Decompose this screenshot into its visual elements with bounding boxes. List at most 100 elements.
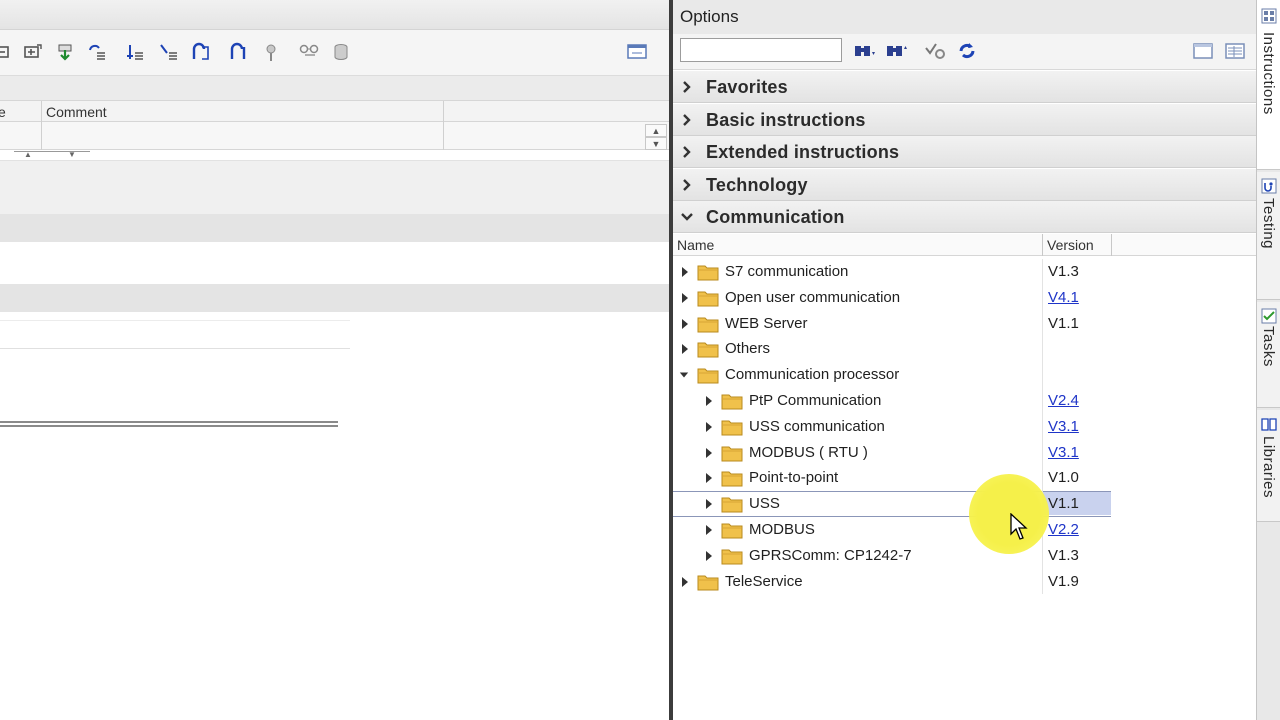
column-header-name[interactable]: Name — [677, 237, 714, 253]
expand-right-icon[interactable] — [704, 421, 714, 433]
tree-row[interactable]: S7 communication V1.3 — [673, 259, 1256, 285]
expand-right-icon[interactable] — [704, 447, 714, 459]
tree-row[interactable]: Communication processor — [673, 362, 1256, 388]
expand-right-icon[interactable] — [704, 498, 714, 510]
splitter-arrows[interactable]: ▲ ▼ — [14, 150, 90, 160]
block-title-area — [0, 160, 669, 214]
communication-tree: S7 communication V1.3 Open user communicat… — [673, 259, 1256, 595]
column-header-comment[interactable]: Comment — [46, 104, 107, 120]
tree-row[interactable]: Point-to-point V1.0 — [673, 465, 1256, 492]
interface-cell — [0, 122, 42, 150]
chevron-down-icon — [681, 213, 693, 221]
branch-icon[interactable] — [158, 41, 180, 63]
network-header[interactable] — [0, 214, 669, 242]
tab-libraries[interactable]: Libraries — [1257, 410, 1280, 522]
open-branch-icon[interactable] — [190, 41, 212, 63]
tree-item-name: MODBUS — [749, 520, 815, 538]
key-icon[interactable] — [260, 41, 282, 63]
tree-item-name: Point-to-point — [749, 469, 839, 487]
expand-right-icon[interactable] — [704, 524, 714, 536]
collapse-up-icon[interactable]: ▲ — [24, 150, 32, 159]
palette-technology[interactable]: Technology — [673, 169, 1256, 201]
expand-down-icon[interactable] — [679, 369, 689, 381]
interface-scroll[interactable]: ▲ ▼ — [645, 124, 667, 152]
expand-right-icon[interactable] — [680, 292, 690, 304]
network-body-header[interactable] — [0, 284, 669, 312]
scroll-down-icon[interactable]: ▼ — [645, 137, 667, 150]
tree-item-name: Open user communication — [725, 288, 901, 306]
tree-row[interactable]: USS communication V3.1 — [673, 413, 1256, 440]
glasses-icon[interactable] — [298, 41, 320, 63]
divider-line — [0, 348, 350, 349]
interface-row[interactable] — [0, 122, 669, 150]
palette-basic-instructions[interactable]: Basic instructions — [673, 104, 1256, 136]
tree-row[interactable]: TeleService V1.9 — [673, 568, 1256, 595]
tree-item-name: TeleService — [725, 572, 803, 590]
expand-right-icon[interactable] — [680, 266, 690, 278]
expand-right-icon[interactable] — [704, 472, 714, 484]
palette-communication[interactable]: Communication — [673, 201, 1256, 233]
tree-item-version[interactable]: V3.1 — [1048, 418, 1079, 435]
tree-item-version: V1.3 — [1048, 263, 1079, 280]
palette-label: Technology — [706, 175, 808, 195]
network-comment[interactable] — [0, 242, 669, 284]
tree-item-name: S7 communication — [725, 263, 849, 280]
editor-toolbar — [0, 30, 669, 76]
column-divider — [1042, 336, 1043, 363]
folder-icon — [721, 420, 743, 436]
column-divider — [1042, 465, 1043, 492]
insert-row-icon[interactable] — [86, 41, 108, 63]
settings-check-icon[interactable] — [923, 40, 947, 62]
expand-right-icon[interactable] — [680, 318, 690, 330]
column-header-version[interactable]: Version — [1047, 237, 1094, 253]
tab-testing-label: Testing — [1260, 198, 1277, 250]
palette-extended-instructions[interactable]: Extended instructions — [673, 136, 1256, 168]
tree-item-version[interactable]: V2.2 — [1048, 521, 1079, 538]
column-divider[interactable] — [1111, 234, 1112, 256]
tree-item-version[interactable]: V2.4 — [1048, 392, 1079, 409]
tree-row[interactable]: GPRSComm: CP1242-7 V1.3 — [673, 542, 1256, 569]
tab-tasks-label: Tasks — [1260, 326, 1277, 367]
expand-right-icon[interactable] — [680, 343, 690, 355]
download-icon[interactable] — [54, 41, 76, 63]
insert-network-icon[interactable] — [22, 41, 44, 63]
folder-icon — [721, 394, 743, 410]
expand-right-icon[interactable] — [704, 395, 714, 407]
tree-item-name: PtP Communication — [749, 391, 882, 409]
tree-item-version[interactable]: V4.1 — [1048, 289, 1079, 306]
expand-right-icon[interactable] — [680, 576, 690, 588]
align-left-icon[interactable] — [124, 41, 146, 63]
options-toolbar — [673, 34, 1256, 70]
tree-item-version[interactable]: V3.1 — [1048, 444, 1079, 461]
collapse-down-icon[interactable]: ▼ — [68, 150, 76, 159]
tree-row[interactable]: PtP Communication V2.4 — [673, 387, 1256, 414]
database-icon[interactable] — [330, 41, 352, 63]
tree-row[interactable]: Others — [673, 336, 1256, 363]
folder-icon — [697, 265, 719, 281]
close-branch-icon[interactable] — [228, 41, 250, 63]
tree-row[interactable]: MODBUS ( RTU ) V3.1 — [673, 439, 1256, 466]
tree-row[interactable]: WEB Server V1.1 — [673, 310, 1256, 337]
network-icon[interactable] — [0, 41, 12, 63]
palette-favorites[interactable]: Favorites — [673, 71, 1256, 103]
expand-right-icon[interactable] — [704, 550, 714, 562]
view-list-icon[interactable] — [1223, 40, 1247, 62]
window-split-icon[interactable] — [626, 41, 648, 63]
search-input[interactable] — [680, 38, 842, 62]
tab-instructions[interactable]: Instructions — [1257, 0, 1280, 170]
tree-row[interactable]: Open user communication V4.1 — [673, 284, 1256, 311]
search-down-icon[interactable] — [852, 40, 876, 62]
tree-row[interactable]: MODBUS V2.2 — [673, 516, 1256, 543]
refresh-icon[interactable] — [955, 40, 979, 62]
column-header-partial-label: e — [0, 104, 6, 120]
search-up-icon[interactable] — [884, 40, 908, 62]
column-divider[interactable] — [1042, 234, 1043, 256]
editor-title-bar — [0, 0, 669, 30]
tab-tasks[interactable]: Tasks — [1257, 302, 1280, 408]
tab-testing[interactable]: Testing — [1257, 172, 1280, 300]
view-single-icon[interactable] — [1191, 40, 1215, 62]
scroll-up-icon[interactable]: ▲ — [645, 124, 667, 137]
task-card-tabs: Instructions Testing Tasks Libraries — [1256, 0, 1280, 720]
column-divider[interactable] — [443, 101, 444, 123]
tree-row[interactable]: USS V1.1 — [673, 491, 1256, 517]
